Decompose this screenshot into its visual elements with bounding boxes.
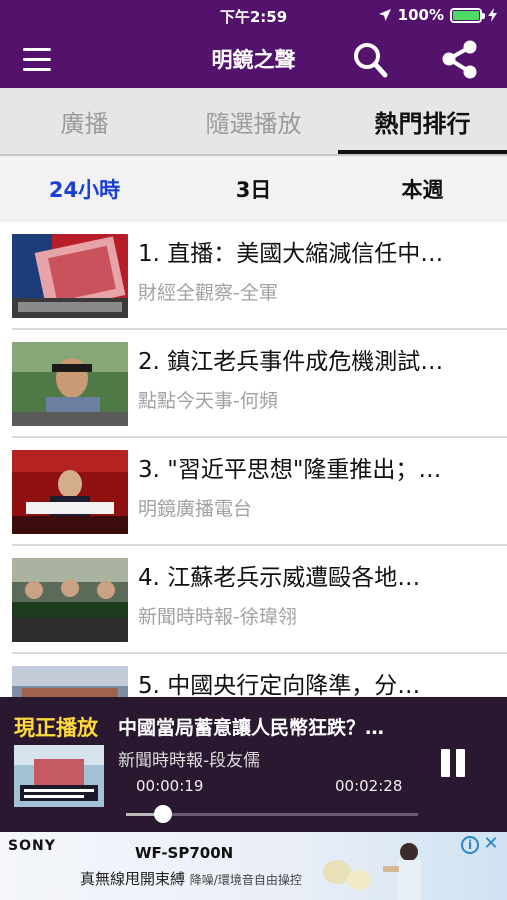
filter-3d[interactable]: 3日 bbox=[169, 156, 338, 222]
tab-top-charts[interactable]: 熱門排行 bbox=[338, 88, 507, 154]
list-item[interactable]: 5. 中國央行定向降準，分… bbox=[0, 654, 507, 697]
ranking-list: 1. 直播：美國大縮減信任中… 財經全觀察-全軍 2. 鎮江老兵事件成危機測試…… bbox=[0, 222, 507, 697]
item-title: 5. 中國央行定向降準，分… bbox=[138, 673, 421, 697]
app-title: 明鏡之聲 bbox=[211, 48, 296, 72]
item-thumbnail bbox=[12, 666, 128, 697]
duration: 00:02:28 bbox=[335, 777, 403, 795]
now-playing-title: 中國當局蓄意讓人民幣狂跌？… bbox=[118, 717, 385, 739]
filter-24h[interactable]: 24小時 bbox=[0, 156, 169, 222]
ad-product-image bbox=[323, 843, 421, 900]
now-playing-bar[interactable]: 現正播放 中國當局蓄意讓人民幣狂跌？… 新聞時時報-段友儒 00:00:19 0… bbox=[0, 697, 507, 832]
battery-level bbox=[453, 10, 479, 20]
item-title: 1. 直播：美國大縮減信任中… bbox=[138, 241, 444, 267]
list-item[interactable]: 3. "習近平思想"隆重推出；… 明鏡廣播電台 bbox=[0, 438, 507, 546]
ad-close-icon[interactable]: ✕ bbox=[481, 834, 501, 854]
pause-button[interactable] bbox=[436, 747, 470, 781]
location-arrow-icon bbox=[378, 9, 391, 21]
tab-broadcast[interactable]: 廣播 bbox=[0, 88, 169, 154]
item-author: 點點今天事-何頻 bbox=[138, 390, 278, 412]
progress-slider-knob[interactable] bbox=[154, 805, 173, 823]
ad-brand-logo: SONY bbox=[8, 838, 56, 854]
item-thumbnail bbox=[12, 558, 128, 642]
app-header: 明鏡之聲 bbox=[0, 32, 507, 88]
search-icon[interactable] bbox=[348, 38, 392, 82]
battery-percent: 100% bbox=[397, 6, 444, 24]
item-author: 新聞時時報-徐瑋翎 bbox=[138, 606, 297, 628]
now-playing-label: 現正播放 bbox=[14, 716, 98, 740]
item-title: 2. 鎮江老兵事件成危機測試… bbox=[138, 349, 444, 375]
ad-model: WF-SP700N bbox=[135, 844, 234, 862]
ad-tagline-main: 真無線甩開束縛 bbox=[80, 870, 186, 888]
ad-info-icon[interactable]: i bbox=[461, 836, 479, 854]
battery-icon bbox=[450, 7, 485, 23]
item-title: 3. "習近平思想"隆重推出；… bbox=[138, 457, 442, 483]
ad-tagline: 真無線甩開束縛 降噪/環境音自由操控 bbox=[80, 868, 302, 889]
item-thumbnail bbox=[12, 450, 128, 534]
now-playing-thumbnail bbox=[14, 745, 104, 807]
now-playing-author: 新聞時時報-段友儒 bbox=[118, 751, 261, 771]
ad-tagline-small: 降噪/環境音自由操控 bbox=[189, 873, 302, 887]
share-icon[interactable] bbox=[438, 38, 482, 82]
ad-banner[interactable]: SONY WF-SP700N 真無線甩開束縛 降噪/環境音自由操控 i ✕ bbox=[0, 832, 507, 900]
status-bar: 下午2:59 100% bbox=[0, 0, 507, 32]
item-thumbnail bbox=[12, 234, 128, 318]
charging-bolt-icon bbox=[488, 8, 497, 22]
item-author: 財經全觀察-全軍 bbox=[138, 282, 278, 304]
list-item[interactable]: 2. 鎮江老兵事件成危機測試… 點點今天事-何頻 bbox=[0, 330, 507, 438]
item-author: 明鏡廣播電台 bbox=[138, 498, 253, 520]
time-filter-bar: 24小時 3日 本週 bbox=[0, 156, 507, 222]
current-time: 00:00:19 bbox=[136, 777, 204, 795]
tab-on-demand[interactable]: 隨選播放 bbox=[169, 88, 338, 154]
item-title: 4. 江蘇老兵示威遭毆各地… bbox=[138, 565, 421, 591]
app-header-area: 下午2:59 100% 明鏡之聲 bbox=[0, 0, 507, 88]
filter-week[interactable]: 本週 bbox=[338, 156, 507, 222]
status-right: 100% bbox=[378, 6, 497, 24]
list-item[interactable]: 4. 江蘇老兵示威遭毆各地… 新聞時時報-徐瑋翎 bbox=[0, 546, 507, 654]
main-tabs: 廣播 隨選播放 熱門排行 bbox=[0, 88, 507, 154]
item-thumbnail bbox=[12, 342, 128, 426]
list-item[interactable]: 1. 直播：美國大縮減信任中… 財經全觀察-全軍 bbox=[0, 222, 507, 330]
